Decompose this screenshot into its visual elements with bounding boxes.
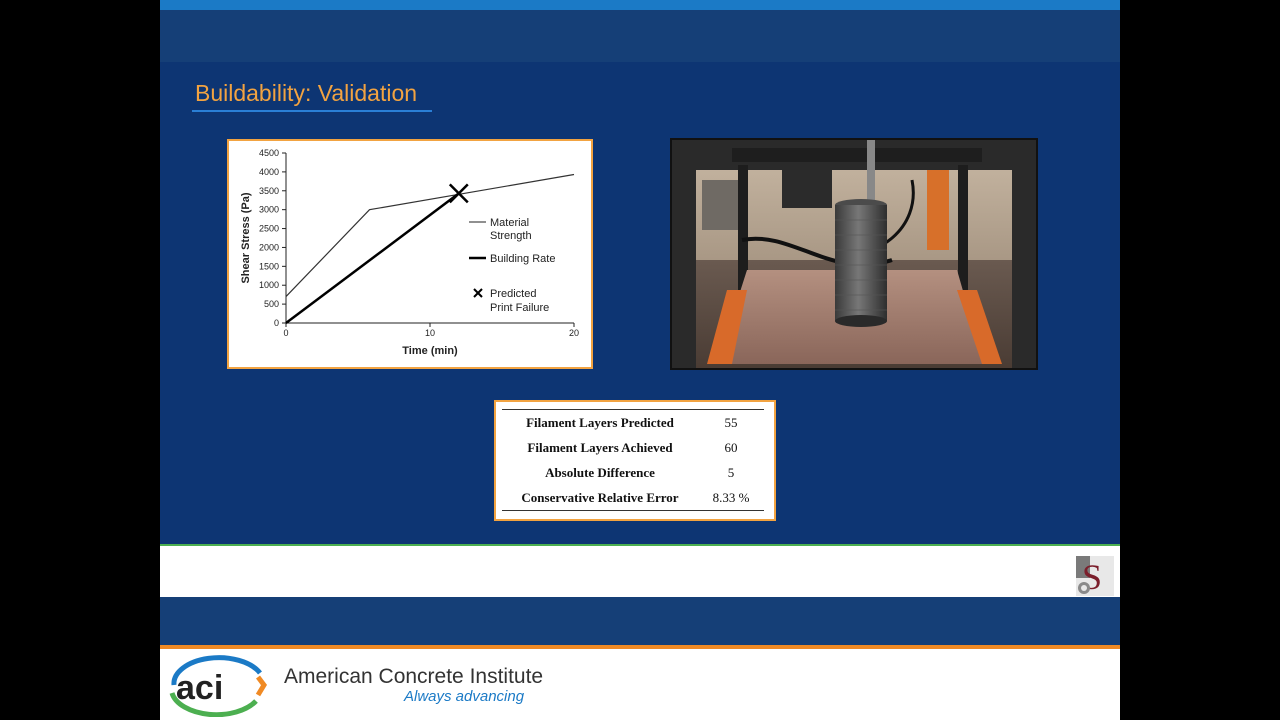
- presentation-slide: Buildability: Validation 0 500 1000 1500 200…: [160, 0, 1120, 720]
- y-tick-label: 500: [264, 299, 279, 309]
- y-tick-label: 3000: [259, 205, 279, 215]
- row-label: Absolute Difference: [545, 464, 655, 480]
- results-table: Filament Layers Predicted 55 Filament La…: [502, 410, 764, 510]
- footer-blue-band: [160, 597, 1120, 645]
- row-label: Filament Layers Predicted: [526, 414, 674, 430]
- row-label: Filament Layers Achieved: [527, 439, 673, 455]
- y-tick-label: 1500: [259, 261, 279, 271]
- y-tick-label: 0: [274, 318, 279, 328]
- legend-failure-marker: [473, 288, 483, 298]
- chart-svg: 0 500 1000 1500 2000 2500 3000 3500 4000 4500 0 10 2…: [240, 148, 579, 357]
- print-test-photo: [670, 138, 1038, 370]
- aci-logo: aci: [164, 655, 268, 718]
- row-label: Conservative Relative Error: [521, 489, 679, 505]
- university-logo-mark: S: [1076, 556, 1114, 597]
- chart-series: [285, 173, 575, 325]
- slide-title: Buildability: Validation: [195, 80, 418, 106]
- results-table-box: Filament Layers Predicted 55 Filament La…: [494, 400, 776, 521]
- legend-failure-label-1: Predicted: [490, 288, 536, 300]
- series-line-1: [285, 192, 460, 325]
- x-tick-label: 20: [569, 328, 579, 338]
- footer-white-band: [160, 546, 1120, 597]
- x-tick-label: 10: [425, 328, 435, 338]
- row-value: 5: [727, 464, 735, 480]
- chart-legend: Material Strength Building Rate Predicte…: [469, 217, 555, 314]
- top-accent-strip: [160, 0, 1120, 10]
- aci-logo-text: aci: [176, 669, 223, 707]
- title-underline: [192, 110, 432, 112]
- table-row: Filament Layers Achieved 60: [502, 435, 764, 460]
- y-tick-label: 4500: [259, 148, 279, 158]
- buildability-chart: 0 500 1000 1500 2000 2500 3000 3500 4000 4500 0 10 2…: [227, 139, 593, 369]
- university-logo: S: [1076, 556, 1114, 597]
- top-header-band: [160, 10, 1120, 62]
- aci-logo-mark: aci: [169, 655, 268, 718]
- y-tick-label: 4000: [259, 167, 279, 177]
- table-bottom-rule: [502, 510, 764, 511]
- legend-failure-label-2: Print Failure: [490, 302, 549, 314]
- org-name: American Concrete Institute: [284, 665, 544, 688]
- x-tick-label: 0: [283, 328, 288, 338]
- legend-material-label-1: Material: [490, 217, 529, 229]
- legend-material-label-2: Strength: [490, 230, 532, 242]
- y-tick-label: 3500: [259, 186, 279, 196]
- table-row: Filament Layers Predicted 55: [502, 410, 764, 435]
- row-value: 55: [724, 414, 738, 430]
- table-row: Absolute Difference 5: [502, 460, 764, 485]
- y-tick-label: 2500: [259, 224, 279, 234]
- y-tick-label: 1000: [259, 280, 279, 290]
- photo-illustration: [672, 140, 1036, 368]
- table-row: Conservative Relative Error 8.33 %: [502, 485, 764, 510]
- row-value: 60: [724, 439, 738, 455]
- row-value: 8.33 %: [712, 489, 750, 505]
- y-tick-label: 2000: [259, 242, 279, 252]
- legend-building-label: Building Rate: [490, 253, 555, 265]
- y-axis-label: Shear Stress (Pa): [240, 192, 252, 283]
- x-axis-label: Time (min): [402, 345, 458, 357]
- org-tagline: Always advancing: [404, 688, 525, 705]
